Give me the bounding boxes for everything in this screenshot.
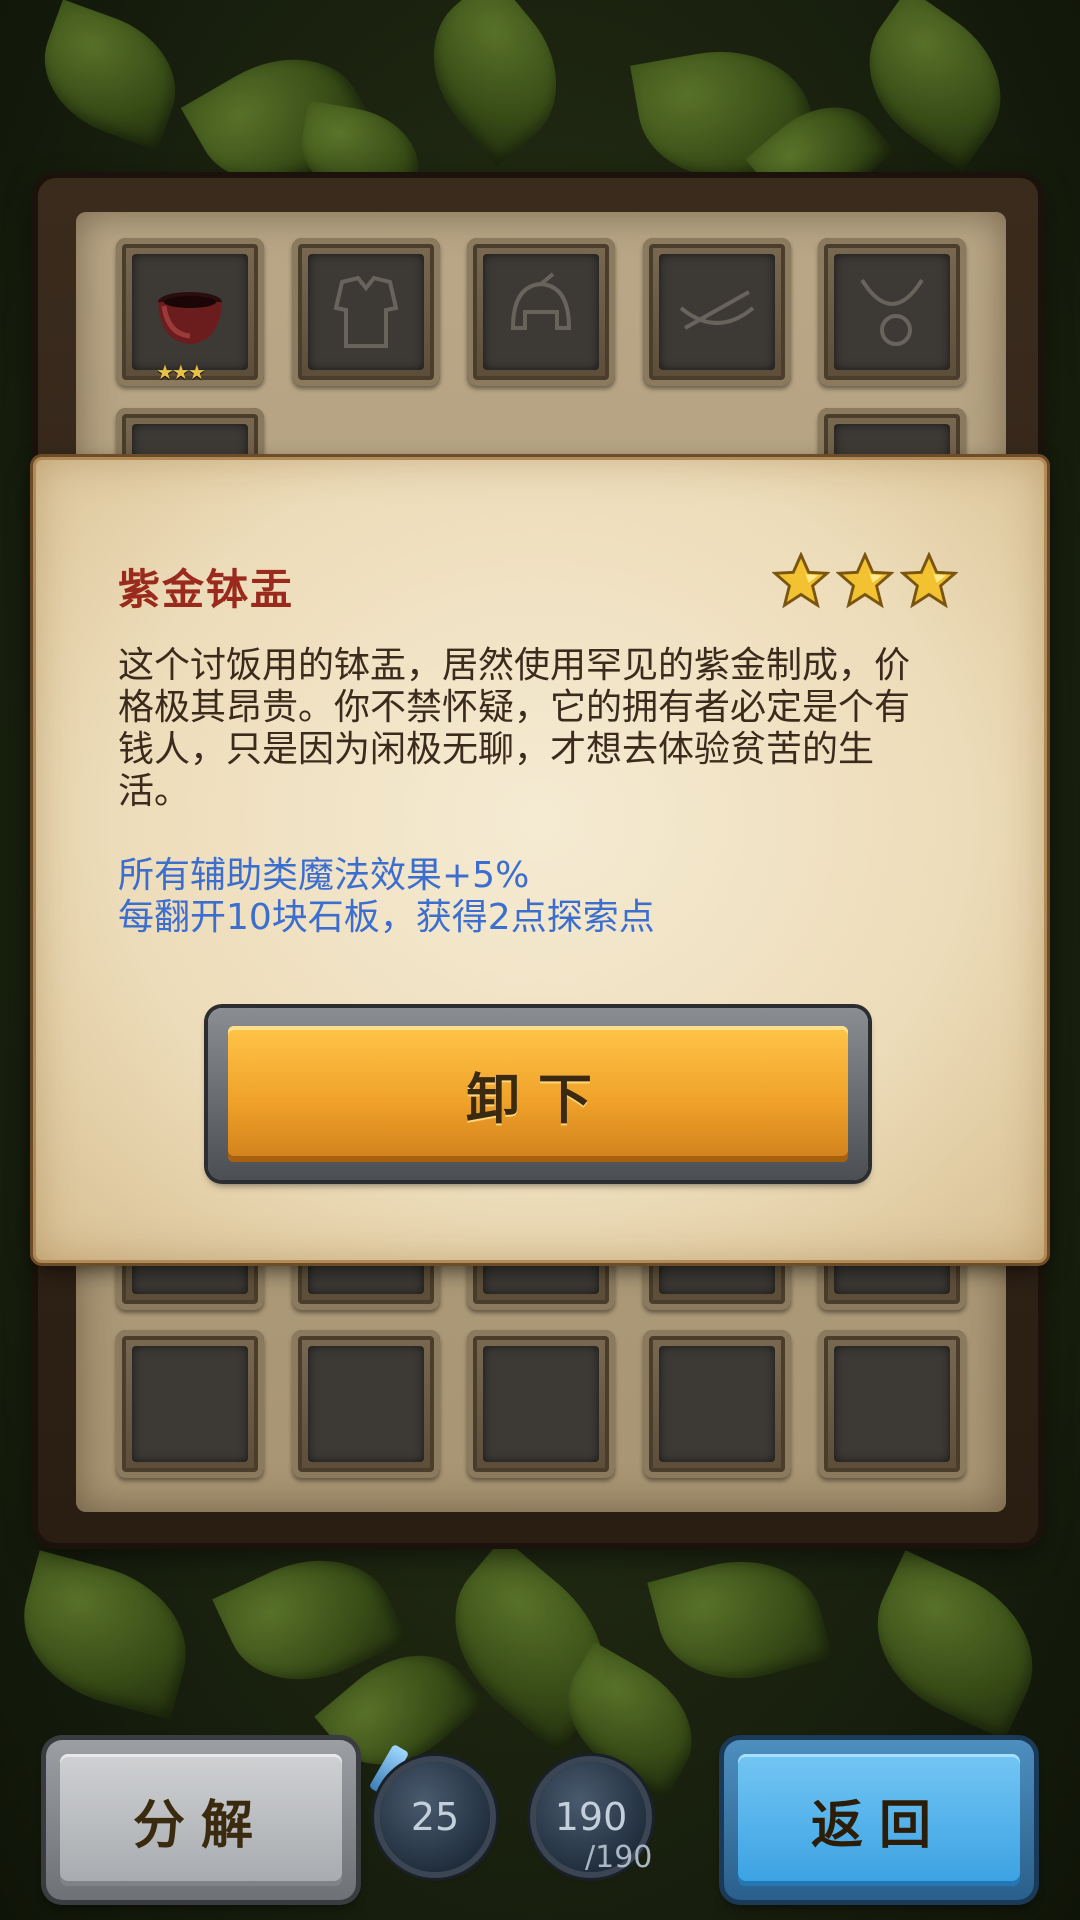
slot-star-rating: ★★★ bbox=[156, 360, 206, 384]
item-effect: 每翻开10块石板，获得2点探索点 bbox=[118, 897, 655, 938]
equipment-slot-bowl[interactable]: ★★★ bbox=[116, 238, 264, 386]
inventory-slot[interactable] bbox=[643, 1330, 791, 1478]
decompose-button[interactable]: 分解 bbox=[46, 1740, 356, 1900]
resource-value: 25 bbox=[410, 1795, 460, 1839]
star-icon bbox=[836, 552, 894, 609]
resource-orb-left: 25 bbox=[380, 1762, 490, 1872]
item-detail-modal: 紫金钵盂 这个讨饭用的钵盂，居然使用罕见的紫金制成，价格极其昂贵。你不禁怀疑，它… bbox=[36, 460, 1044, 1260]
inventory-slot[interactable] bbox=[818, 1330, 966, 1478]
item-star-rating bbox=[772, 552, 958, 610]
inventory-slot[interactable] bbox=[292, 1330, 440, 1478]
decompose-button-label: 分解 bbox=[132, 1795, 269, 1856]
armor-icon bbox=[333, 275, 399, 348]
helmet-icon bbox=[510, 272, 572, 330]
back-button[interactable]: 返回 bbox=[724, 1740, 1034, 1900]
star-icon bbox=[772, 552, 830, 609]
unequip-button-label: 卸下 bbox=[466, 1067, 610, 1131]
equipment-slot-weapon[interactable] bbox=[643, 238, 791, 386]
crossbow-icon bbox=[679, 290, 755, 330]
equipment-slot-amulet[interactable] bbox=[818, 238, 966, 386]
item-name: 紫金钵盂 bbox=[118, 565, 295, 614]
resource-max: /190 bbox=[585, 1840, 653, 1875]
equipment-slot-helmet[interactable] bbox=[467, 238, 615, 386]
resource-value: 190 bbox=[554, 1795, 628, 1839]
star-icon bbox=[900, 552, 958, 609]
item-effect: 所有辅助类魔法效果+5% bbox=[118, 855, 530, 896]
unequip-button[interactable]: 卸下 bbox=[228, 1026, 848, 1162]
amulet-icon bbox=[860, 278, 924, 346]
equipment-slot-armor[interactable] bbox=[292, 238, 440, 386]
inventory-slot[interactable] bbox=[467, 1330, 615, 1478]
inventory-slot[interactable] bbox=[116, 1330, 264, 1478]
back-button-label: 返回 bbox=[810, 1795, 947, 1856]
unequip-button-frame: 卸下 bbox=[208, 1008, 868, 1180]
item-effects: 所有辅助类魔法效果+5% 每翻开10块石板，获得2点探索点 bbox=[118, 855, 655, 939]
bowl-icon bbox=[158, 292, 222, 344]
item-description: 这个讨饭用的钵盂，居然使用罕见的紫金制成，价格极其昂贵。你不禁怀疑，它的拥有者必… bbox=[118, 645, 911, 812]
